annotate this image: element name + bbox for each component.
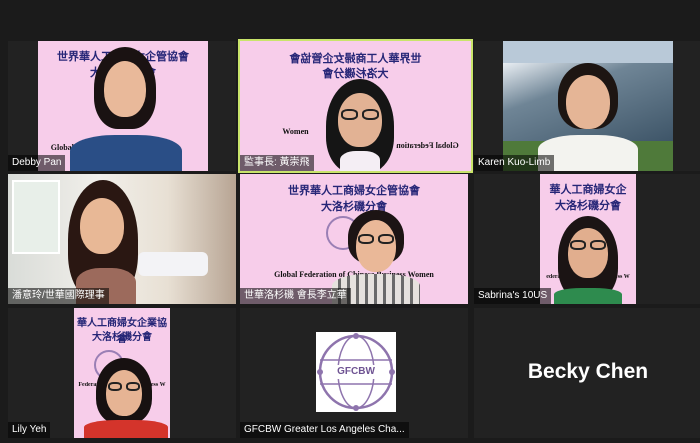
participant-video-pan bbox=[46, 180, 166, 304]
video-tile-gfcbw[interactable]: GFCBW GFCBW Greater Los Angeles Cha... bbox=[240, 308, 468, 438]
video-tile-active-speaker[interactable]: 世界華人工商婦女企管協會 大洛杉磯分會 Women Global Federat… bbox=[238, 39, 473, 173]
participant-name-label: GFCBW Greater Los Angeles Cha... bbox=[240, 422, 409, 438]
video-tile-lily-yeh[interactable]: 華人工商婦女企業協會 大洛杉磯分會 Federation of Chinese … bbox=[8, 308, 236, 438]
banner-title-line1: 華人工商婦女企 bbox=[549, 183, 627, 196]
participant-name-label: Lily Yeh bbox=[8, 422, 51, 438]
gfcbw-logo-text: GFCBW bbox=[337, 366, 375, 377]
video-tile-li-lihua[interactable]: 世界華人工商婦女企管協會 大洛杉磯分會 Global Federation of… bbox=[240, 174, 468, 304]
participant-video-speaker bbox=[300, 79, 420, 171]
participant-video-sabrina bbox=[548, 216, 628, 304]
participant-name-label: 潘意玲/世華國際理事 bbox=[8, 288, 109, 304]
participant-name-label: Debby Pan bbox=[8, 155, 66, 171]
banner-title-line1: 世界華人工商婦女企管協會 bbox=[289, 52, 422, 65]
participant-display-name: Becky Chen bbox=[527, 360, 649, 383]
participant-video-debby bbox=[66, 47, 186, 171]
video-tile-debby-pan[interactable]: 世界華人工商婦女企管協會 大洛杉磯分會 Global Federation De… bbox=[8, 41, 236, 171]
banner-title-line2: 大洛杉磯分會 bbox=[92, 332, 152, 343]
participant-video-lily bbox=[84, 358, 168, 438]
banner-title-line2: 大洛杉磯分會 bbox=[555, 199, 621, 212]
video-tile-sabrina[interactable]: 華人工商婦女企 大洛杉磯分會 ederation of Chinese Busi… bbox=[474, 174, 700, 304]
banner-title-line1: 世界華人工商婦女企管協會 bbox=[288, 184, 420, 197]
participant-name-label: Sabrina's 10US bbox=[474, 288, 552, 304]
video-tile-karen-kuo-limb[interactable]: Karen Kuo-Limb bbox=[474, 41, 700, 171]
video-tile-becky-chen[interactable]: Becky Chen bbox=[474, 308, 700, 438]
participant-name-label: Karen Kuo-Limb bbox=[474, 155, 555, 171]
participant-name-label: 監事長: 黃崇飛 bbox=[240, 155, 314, 171]
video-tile-pan-yiling[interactable]: 潘意玲/世華國際理事 bbox=[8, 174, 236, 304]
participant-name-label: 世華洛杉磯 會長李立華 bbox=[240, 288, 351, 304]
